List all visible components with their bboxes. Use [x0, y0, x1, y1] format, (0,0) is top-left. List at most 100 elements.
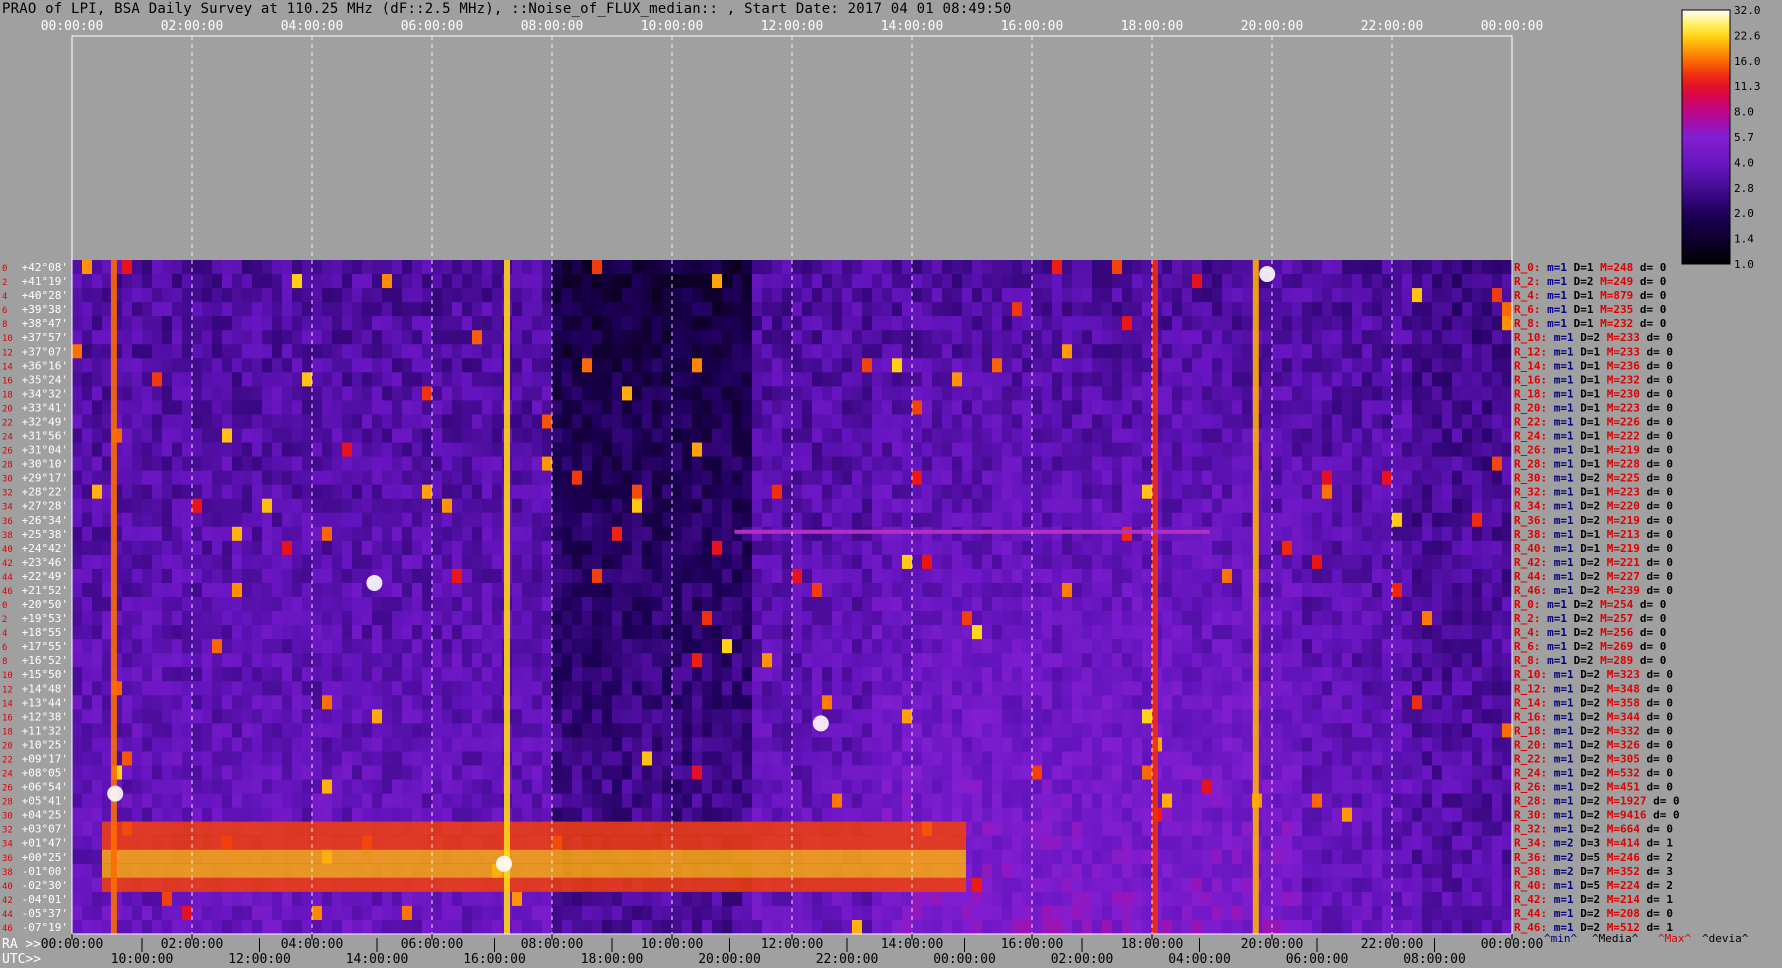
heatmap-cell	[1272, 667, 1283, 682]
heatmap-cell	[92, 611, 103, 626]
heatmap-cell	[1242, 358, 1253, 373]
heatmap-cell	[992, 358, 1003, 373]
heatmap-cell	[1362, 653, 1373, 668]
heatmap-cell	[472, 582, 483, 598]
heatmap-cell	[1432, 414, 1443, 430]
heatmap-cell	[662, 639, 673, 654]
heatmap-cell	[1132, 400, 1143, 416]
heatmap-cell	[82, 456, 93, 472]
heatmap-cell	[1052, 372, 1063, 387]
heatmap-cell	[1332, 639, 1343, 654]
heatmap-cell	[422, 484, 433, 500]
heatmap-cell	[592, 554, 603, 570]
heatmap-cell	[1342, 288, 1353, 303]
heatmap-cell	[852, 260, 863, 275]
heatmap-cell	[142, 386, 153, 402]
heatmap-cell	[962, 526, 973, 542]
heatmap-cell	[1382, 386, 1393, 402]
heatmap-cell	[1452, 653, 1463, 668]
heatmap-cell	[1162, 526, 1173, 542]
heatmap-cell	[432, 428, 443, 444]
heatmap-cell	[612, 428, 623, 444]
heatmap-cell	[1212, 470, 1223, 486]
heatmap-cell	[322, 582, 333, 598]
heatmap-cell	[522, 400, 533, 416]
heatmap-cell	[812, 316, 823, 331]
heatmap-cell	[182, 512, 193, 528]
heatmap-cell	[382, 358, 393, 373]
heatmap-cell	[182, 737, 193, 753]
heatmap-cell	[932, 709, 943, 724]
heatmap-cell	[442, 358, 453, 373]
heatmap-cell	[992, 260, 1003, 275]
heatmap-cell	[1142, 611, 1153, 626]
heatmap-cell	[732, 302, 743, 317]
heatmap-cell	[482, 568, 493, 584]
heatmap-cell	[1172, 639, 1183, 654]
heatmap-cell	[1352, 611, 1363, 626]
heatmap-cell	[732, 442, 743, 458]
heatmap-cell	[912, 512, 923, 528]
heatmap-cell	[1112, 611, 1123, 626]
heatmap-cell	[472, 526, 483, 542]
heatmap-cell	[1092, 372, 1103, 387]
heatmap-cell	[1062, 442, 1073, 458]
heatmap-cell	[1272, 512, 1283, 528]
heatmap-cell	[832, 681, 843, 696]
heatmap-cell	[72, 372, 83, 387]
heatmap-cell	[1482, 639, 1493, 654]
heatmap-cell	[592, 344, 603, 359]
heatmap-cell	[1042, 456, 1053, 472]
heatmap-cell	[1412, 428, 1423, 444]
heatmap-cell	[72, 470, 83, 486]
heatmap-cell	[972, 695, 983, 710]
heatmap-cell	[642, 260, 653, 275]
heatmap-cell	[852, 681, 863, 696]
heatmap-cell	[1012, 386, 1023, 402]
heatmap-cell	[672, 484, 683, 500]
heatmap-cell	[632, 554, 643, 570]
heatmap-cell	[1232, 695, 1243, 710]
heatmap-cell	[1142, 470, 1153, 486]
heatmap-cell	[832, 386, 843, 402]
heatmap-cell	[1392, 344, 1403, 359]
heatmap-cell	[1102, 274, 1113, 289]
heatmap-cell	[1192, 723, 1203, 739]
heatmap-cell	[412, 358, 423, 373]
heatmap-cell	[812, 681, 823, 696]
heatmap-cell	[422, 302, 433, 317]
heatmap-cell	[1292, 456, 1303, 472]
heatmap-cell	[252, 582, 263, 598]
heatmap-cell	[822, 372, 833, 387]
heatmap-cell	[1182, 260, 1193, 275]
heatmap-cell	[212, 667, 223, 682]
heatmap-cell	[522, 554, 533, 570]
heatmap-cell	[1262, 456, 1273, 472]
heatmap-cell	[1282, 358, 1293, 373]
heatmap-cell	[922, 681, 933, 696]
heatmap-cell	[1502, 568, 1513, 584]
heatmap-cell	[1482, 526, 1493, 542]
heatmap-cell	[1012, 302, 1023, 317]
heatmap-cell	[762, 428, 773, 444]
heatmap-cell	[662, 498, 673, 514]
heatmap-cell	[692, 625, 703, 640]
heatmap-cell	[1382, 288, 1393, 303]
heatmap-cell	[972, 611, 983, 626]
heatmap-cell	[652, 260, 663, 275]
heatmap-cell	[1482, 344, 1493, 359]
heatmap-cell	[932, 639, 943, 654]
heatmap-cell	[692, 330, 703, 345]
heatmap-cell	[252, 456, 263, 472]
heatmap-cell	[272, 625, 283, 640]
heatmap-cell	[1262, 498, 1273, 514]
heatmap-cell	[432, 723, 443, 739]
heatmap-cell	[172, 414, 183, 430]
heatmap-cell	[1422, 597, 1433, 612]
heatmap-cell	[1352, 330, 1363, 345]
heatmap-cell	[662, 442, 673, 458]
heatmap-cell	[1322, 667, 1333, 682]
heatmap-cell	[1382, 695, 1393, 710]
heatmap-cell	[1452, 372, 1463, 387]
heatmap-cell	[752, 540, 763, 556]
